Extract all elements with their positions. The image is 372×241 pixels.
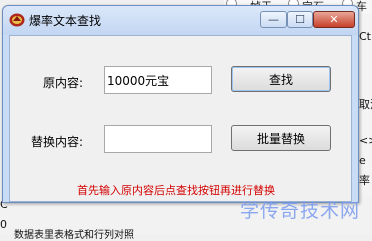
background-text: 取消 [359,98,372,111]
background-text: 数据表里表格式和行列对照 [14,230,134,241]
minimize-icon: — [268,13,279,26]
replace-content-input[interactable] [104,125,212,153]
background-text: e [359,154,366,167]
original-content-input[interactable] [104,66,212,94]
title-bar[interactable]: 爆率文本查找 — ☐ ✕ [3,6,358,35]
background-text: 率 [359,174,370,187]
find-replace-dialog: 爆率文本查找 — ☐ ✕ 原内容: 查找 替换内容: 批量替换 首先输入原内容后… [2,5,359,203]
maximize-button[interactable]: ☐ [287,11,313,28]
replace-content-label: 替换内容: [31,135,84,149]
background-text: Ct: [359,30,372,43]
original-content-label: 原内容: [43,76,84,90]
dialog-body: 原内容: 查找 替换内容: 批量替换 首先输入原内容后点查找按钮再进行替换 [9,35,352,202]
close-icon: ✕ [329,13,339,26]
find-button[interactable]: 查找 [231,66,331,92]
minimize-button[interactable]: — [260,11,287,28]
background-text: <>读 [359,134,372,147]
window-title: 爆率文本查找 [29,14,102,28]
batch-replace-button[interactable]: 批量替换 [231,125,331,151]
watermark: 学传奇技术网 [240,200,361,222]
app-icon [9,13,25,27]
close-button[interactable]: ✕ [313,11,355,28]
maximize-icon: ☐ [295,13,305,26]
background-text: 0 [0,218,7,231]
